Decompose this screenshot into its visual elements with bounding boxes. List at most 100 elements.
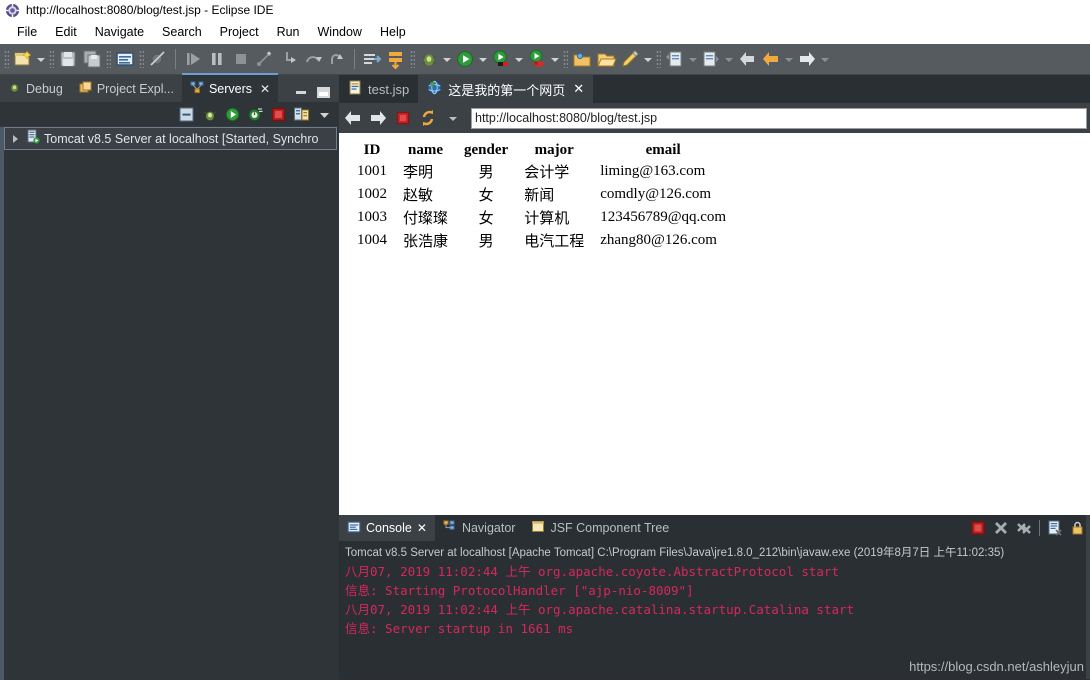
collapse-all-icon[interactable]	[178, 106, 195, 123]
skip-breakpoints-icon[interactable]	[147, 48, 169, 70]
browser-forward-icon[interactable]	[367, 107, 389, 129]
remove-all-terminated-icon[interactable]	[1016, 520, 1032, 536]
editor-tab-browser[interactable]: 这是我的第一个网页 ✕	[418, 75, 594, 103]
debug-icon[interactable]	[418, 48, 440, 70]
start-server-icon[interactable]	[224, 106, 241, 123]
toolbar-grip-4[interactable]	[139, 50, 144, 68]
run-external-tools-icon[interactable]	[490, 48, 512, 70]
new-wizard-icon[interactable]	[12, 48, 34, 70]
console-tab-jsf-component-tree[interactable]: JSF Component Tree	[523, 515, 677, 541]
open-perspective-icon[interactable]	[571, 48, 593, 70]
open-type-icon[interactable]	[361, 48, 383, 70]
browser-stop-icon[interactable]	[392, 107, 414, 129]
step-return-icon[interactable]	[326, 48, 348, 70]
run-dropdown-arrow[interactable]	[477, 48, 488, 70]
debug-icon	[8, 81, 21, 97]
console-tab-console[interactable]: Console ✕	[339, 515, 435, 541]
remove-launch-icon[interactable]	[993, 520, 1009, 536]
back-icon[interactable]	[736, 48, 758, 70]
maximize-view-button[interactable]	[317, 87, 330, 98]
editor-tabs: test.jsp 这是我的第一个网页 ✕	[339, 75, 1090, 103]
new-java-class-icon[interactable]	[385, 48, 407, 70]
view-tab-servers[interactable]: Servers ✕	[181, 73, 279, 102]
minimize-view-button[interactable]	[295, 87, 308, 98]
stop-server-icon[interactable]	[270, 106, 287, 123]
menu-search[interactable]: Search	[153, 23, 211, 41]
debug-server-icon[interactable]	[201, 106, 218, 123]
cell-id: 1004	[357, 232, 387, 248]
run-icon[interactable]	[454, 48, 476, 70]
publish-server-icon[interactable]	[293, 106, 310, 123]
console-scrollbar[interactable]	[1086, 515, 1090, 679]
view-tab-project-explorer[interactable]: Project Expl...	[71, 75, 182, 102]
browser-url-text[interactable]: http://localhost:8080/blog/test.jsp	[475, 111, 657, 125]
menu-help[interactable]: Help	[371, 23, 415, 41]
console-tab-navigator[interactable]: Navigator	[435, 515, 524, 541]
table-row: 1004 张浩康 男 电汽工程 zhang80@126.com	[349, 229, 734, 252]
open-console-icon[interactable]	[114, 48, 136, 70]
prev-dropdown-arrow[interactable]	[687, 48, 698, 70]
console-log-output[interactable]: 八月07, 2019 11:02:44 上午 org.apache.coyote…	[339, 562, 1090, 638]
debug-dropdown-arrow[interactable]	[441, 48, 452, 70]
pencil-dropdown-arrow[interactable]	[642, 48, 653, 70]
step-into-icon[interactable]	[278, 48, 300, 70]
previous-annotation-icon[interactable]	[664, 48, 686, 70]
run-ant-icon[interactable]	[526, 48, 548, 70]
disconnect-icon[interactable]	[254, 48, 276, 70]
console-toolbar	[970, 520, 1090, 536]
terminate-icon[interactable]	[230, 48, 252, 70]
browser-back-icon[interactable]	[342, 107, 364, 129]
toolbar-grip[interactable]	[4, 50, 9, 68]
student-table: ID name gender major email 1001 李明 男 会计学	[349, 141, 734, 252]
console-tab-jsf-label: JSF Component Tree	[550, 521, 670, 535]
toolbar-grip-5[interactable]	[410, 50, 415, 68]
next-dropdown-arrow[interactable]	[723, 48, 734, 70]
view-tab-debug[interactable]: Debug	[0, 75, 71, 102]
tree-row-tomcat-server[interactable]: Tomcat v8.5 Server at localhost [Started…	[4, 127, 337, 150]
toolbar-grip-7[interactable]	[656, 50, 661, 68]
cell-name: 李明	[403, 165, 434, 181]
step-over-icon[interactable]	[302, 48, 324, 70]
forward-dropdown-arrow[interactable]	[819, 48, 830, 70]
table-row: 1003 付璨璨 女 计算机 123456789@qq.com	[349, 206, 734, 229]
open-folder-icon[interactable]	[595, 48, 617, 70]
menu-file[interactable]: File	[8, 23, 46, 41]
back-history-icon[interactable]	[760, 48, 782, 70]
browser-url-bar[interactable]: http://localhost:8080/blog/test.jsp	[471, 107, 1087, 129]
table-header-id: ID	[363, 142, 381, 158]
console-tab-close-icon[interactable]: ✕	[417, 521, 427, 535]
highlight-icon[interactable]	[619, 48, 641, 70]
back-dropdown-arrow[interactable]	[783, 48, 794, 70]
external-dropdown-arrow[interactable]	[513, 48, 524, 70]
terminate-console-icon[interactable]	[970, 520, 986, 536]
new-dropdown-arrow[interactable]	[35, 48, 46, 70]
ant-dropdown-arrow[interactable]	[549, 48, 560, 70]
lock-scroll-icon[interactable]	[1070, 520, 1086, 536]
browser-refresh-icon[interactable]	[417, 107, 439, 129]
tree-expander-icon[interactable]	[9, 133, 21, 145]
suspend-icon[interactable]	[206, 48, 228, 70]
clear-console-icon[interactable]	[1047, 520, 1063, 536]
menu-run[interactable]: Run	[268, 23, 309, 41]
view-menu-icon[interactable]	[316, 106, 333, 123]
forward-icon[interactable]	[796, 48, 818, 70]
resume-icon[interactable]	[182, 48, 204, 70]
view-tab-servers-close-icon[interactable]: ✕	[260, 82, 270, 96]
servers-icon	[190, 81, 204, 97]
toolbar-grip-6[interactable]	[563, 50, 568, 68]
menu-window[interactable]: Window	[309, 23, 371, 41]
menu-project[interactable]: Project	[211, 23, 268, 41]
save-icon[interactable]	[57, 48, 79, 70]
menu-edit[interactable]: Edit	[46, 23, 86, 41]
save-all-icon[interactable]	[81, 48, 103, 70]
toolbar-grip-3[interactable]	[106, 50, 111, 68]
editor-tab-browser-close-icon[interactable]: ✕	[573, 81, 584, 97]
profile-server-icon[interactable]	[247, 106, 264, 123]
cell-email: comdly@126.com	[600, 186, 712, 202]
editor-tab-test-jsp-label: test.jsp	[368, 81, 410, 97]
menu-navigate[interactable]: Navigate	[86, 23, 153, 41]
next-annotation-icon[interactable]	[700, 48, 722, 70]
toolbar-grip-2[interactable]	[49, 50, 54, 68]
editor-tab-test-jsp[interactable]: test.jsp	[339, 75, 418, 103]
browser-dropdown-arrow[interactable]	[442, 107, 464, 129]
